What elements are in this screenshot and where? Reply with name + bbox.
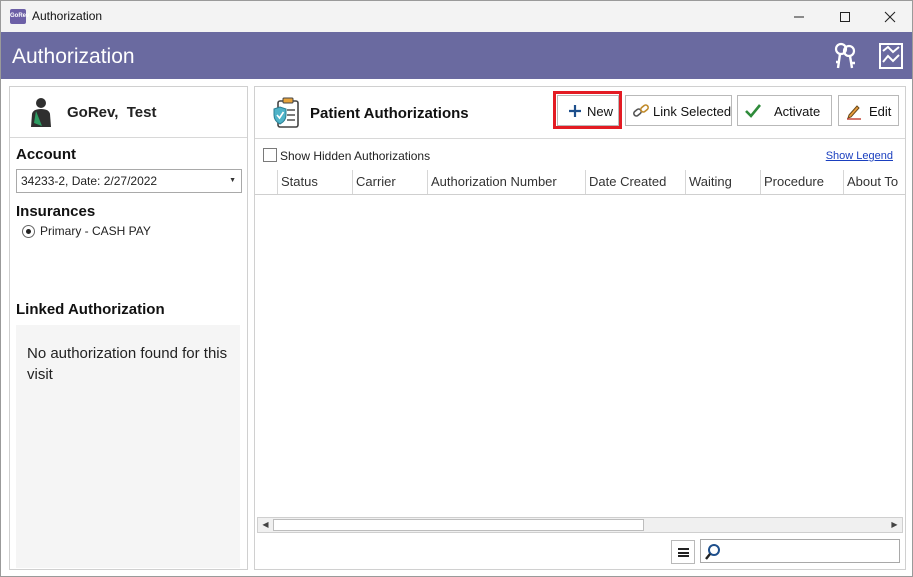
show-hidden-checkbox[interactable] (263, 148, 277, 162)
module-header: Authorization (1, 32, 912, 79)
report-chart-icon[interactable] (878, 42, 904, 70)
account-selected-value: 34233-2, Date: 2/27/2022 (21, 174, 158, 188)
account-label: Account (16, 146, 76, 163)
patient-authorizations-panel: Patient Authorizations New Link Selected (254, 86, 906, 570)
link-icon (633, 104, 649, 117)
scrollbar-thumb[interactable] (273, 519, 644, 531)
grid-menu-button[interactable] (671, 540, 695, 564)
window-title: Authorization (32, 9, 103, 23)
patient-avatar-icon (31, 98, 51, 127)
show-legend-link[interactable]: Show Legend (826, 150, 893, 162)
column-header-date-created[interactable]: Date Created (585, 170, 666, 194)
app-icon: GoRev (10, 9, 29, 24)
linked-empty-message: No authorization found for this visit (27, 345, 228, 383)
authorization-clipboard-icon (273, 97, 299, 128)
panel-title: Patient Authorizations (310, 105, 469, 122)
activate-label: Activate (774, 104, 821, 119)
header-title: Authorization (12, 45, 135, 68)
horizontal-scrollbar[interactable]: ◀ ▶ (257, 517, 903, 533)
edit-button[interactable]: Edit (838, 95, 899, 126)
insurances-label: Insurances (16, 203, 96, 220)
visit-panel: GoRev, Test Account 34233-2, Date: 2/27/… (9, 86, 248, 570)
checkmark-icon (745, 104, 762, 118)
activate-button[interactable]: Activate (737, 95, 832, 126)
column-header-carrier[interactable]: Carrier (352, 170, 396, 194)
chevron-down-icon: ▼ (229, 177, 236, 184)
column-header-procedure[interactable]: Procedure (760, 170, 824, 194)
linked-authorization-box: No authorization found for this visit (16, 325, 240, 568)
account-dropdown[interactable]: 34233-2, Date: 2/27/2022 ▼ (16, 169, 242, 193)
close-icon (884, 11, 896, 23)
linked-authorization-label: Linked Authorization (16, 301, 165, 318)
column-header-status[interactable]: Status (277, 170, 318, 194)
keys-icon[interactable] (832, 42, 858, 70)
insurance-option-label: Primary - CASH PAY (40, 224, 151, 238)
patient-name: GoRev, Test (67, 104, 157, 121)
title-bar: GoRev Authorization (1, 1, 912, 32)
hamburger-menu-icon (678, 548, 689, 557)
authorizations-grid-body[interactable] (255, 196, 905, 516)
link-selected-label: Link Selected (653, 104, 732, 119)
grid-search-input[interactable] (700, 539, 900, 563)
maximize-button[interactable] (822, 1, 868, 32)
authorizations-grid-header: Status Carrier Authorization Number Date… (255, 170, 905, 195)
minimize-icon (794, 16, 804, 18)
maximize-icon (840, 11, 850, 22)
radio-button[interactable] (22, 225, 35, 238)
column-header-waiting[interactable]: Waiting (685, 170, 732, 194)
patient-row: GoRev, Test (10, 87, 247, 138)
column-header-about-to[interactable]: About To (843, 170, 898, 194)
authorization-window: GoRev Authorization Authorization GoRev,… (0, 0, 913, 577)
search-icon (705, 544, 720, 560)
edit-label: Edit (869, 104, 892, 119)
close-button[interactable] (867, 1, 913, 32)
column-header-authorization-number[interactable]: Authorization Number (427, 170, 557, 194)
scroll-right-icon[interactable]: ▶ (887, 518, 902, 532)
authorizations-toolbar: Patient Authorizations New Link Selected (255, 87, 905, 139)
show-hidden-label: Show Hidden Authorizations (280, 149, 431, 163)
new-button-highlight (553, 91, 622, 129)
scroll-left-icon[interactable]: ◀ (258, 518, 273, 532)
minimize-button[interactable] (776, 1, 822, 32)
link-selected-button[interactable]: Link Selected (625, 95, 732, 126)
pencil-icon (847, 105, 861, 120)
